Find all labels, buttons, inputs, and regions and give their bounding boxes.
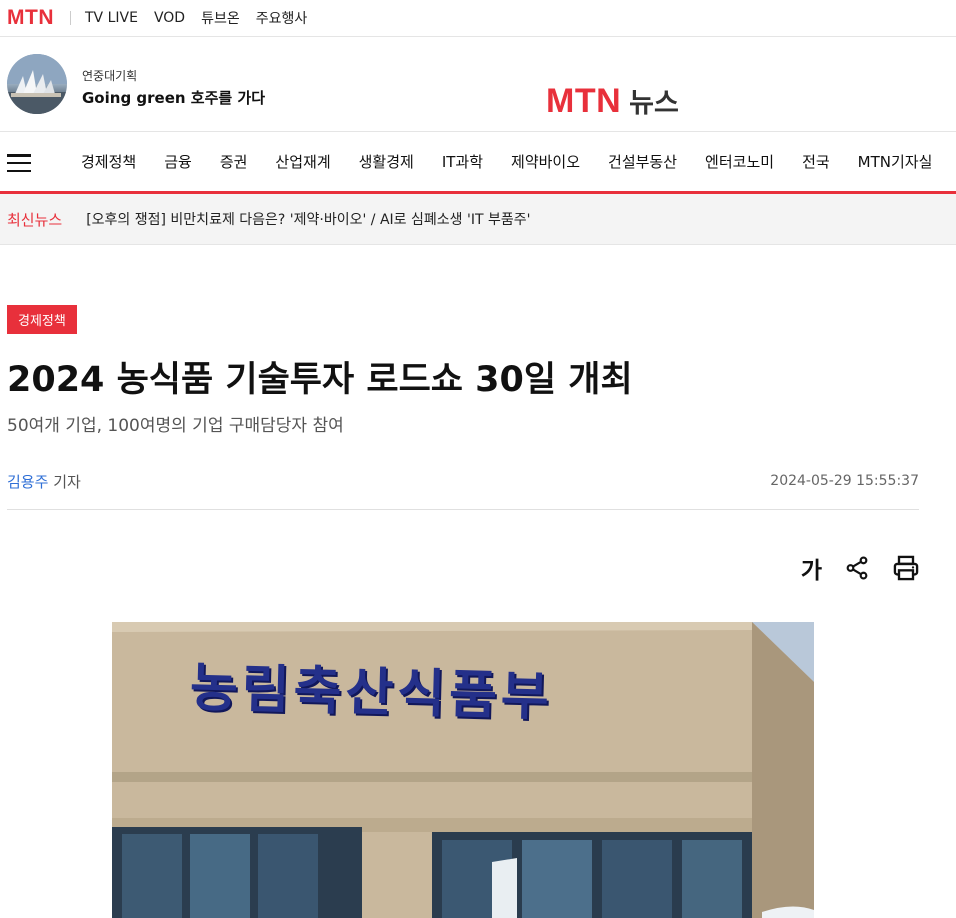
share-icon[interactable]: [844, 552, 870, 584]
mtn-brand-link[interactable]: MTN: [7, 6, 54, 30]
nav-item-industry[interactable]: 산업재계: [275, 151, 330, 172]
nav-item-securities[interactable]: 증권: [220, 151, 248, 172]
nav-item-living-economy[interactable]: 생활경제: [359, 151, 414, 172]
reporter-name-link[interactable]: 김용주: [7, 473, 48, 491]
divider: [70, 11, 71, 25]
nav-item-economic-policy[interactable]: 경제정책: [81, 151, 136, 172]
breaking-news-headline[interactable]: [오후의 쟁점] 비만치료제 다음은? '제약·바이오' / AI로 심폐소생 …: [86, 209, 530, 229]
print-icon[interactable]: [892, 552, 920, 584]
nav-item-finance[interactable]: 금융: [164, 151, 192, 172]
promo-title-link[interactable]: Going green 호주를 가다: [82, 87, 265, 108]
topbar-link-tubeon[interactable]: 튜브온: [201, 8, 240, 28]
nav-item-construction-realestate[interactable]: 건설부동산: [608, 151, 677, 172]
logo-news: 뉴스: [629, 88, 679, 119]
topbar-link-events[interactable]: 주요행사: [256, 8, 308, 28]
site-logo[interactable]: MTN 뉴스: [546, 81, 679, 121]
font-size-button[interactable]: 가: [801, 552, 822, 584]
top-utility-bar: MTN TV LIVE VOD 튜브온 주요행사: [0, 0, 956, 37]
reporter-suffix: 기자: [53, 472, 81, 491]
nav-items: 경제정책 금융 증권 산업재계 생활경제 IT과학 제약바이오 건설부동산 엔터…: [81, 132, 956, 191]
article-photo: 농림축산식품부: [112, 622, 814, 918]
logo-mtn: MTN: [546, 82, 622, 120]
nav-item-mtn-reporters[interactable]: MTN기자실: [858, 151, 933, 172]
nav-item-entertainment[interactable]: 엔터코노미: [705, 151, 774, 172]
promo-thumbnail[interactable]: [7, 54, 67, 114]
promo-eyebrow: 연중대기획: [82, 69, 138, 83]
article-tools: 가: [779, 552, 920, 584]
article-datetime: 2024-05-29 15:55:37: [770, 473, 919, 489]
breaking-news-bar: 최신뉴스 [오후의 쟁점] 비만치료제 다음은? '제약·바이오' / AI로 …: [0, 194, 956, 245]
breaking-news-label: 최신뉴스: [7, 210, 63, 229]
article-subtitle: 50여개 기업, 100여명의 기업 구매담당자 참여: [7, 415, 344, 436]
hamburger-menu-icon[interactable]: [7, 154, 31, 172]
article-meta: 김용주 기자 2024-05-29 15:55:37: [7, 471, 919, 510]
nav-item-pharma-bio[interactable]: 제약바이오: [511, 151, 580, 172]
reporter-byline: 김용주 기자: [7, 471, 81, 492]
main-navigation: 경제정책 금융 증권 산업재계 생활경제 IT과학 제약바이오 건설부동산 엔터…: [0, 132, 956, 194]
topbar-link-vod[interactable]: VOD: [154, 10, 185, 26]
article-header: 경제정책 2024 농식품 기술투자 로드쇼 30일 개최 50여개 기업, 1…: [7, 305, 919, 510]
photo-sign-text: 농림축산식품부: [189, 658, 554, 728]
topbar-link-tv-live[interactable]: TV LIVE: [85, 10, 138, 26]
site-header: 연중대기획 Going green 호주를 가다 MTN 뉴스: [0, 37, 956, 132]
nav-item-it-science[interactable]: IT과학: [442, 151, 483, 172]
nav-item-nationwide[interactable]: 전국: [802, 151, 830, 172]
category-badge[interactable]: 경제정책: [7, 305, 77, 334]
article-title: 2024 농식품 기술투자 로드쇼 30일 개최: [7, 360, 633, 400]
